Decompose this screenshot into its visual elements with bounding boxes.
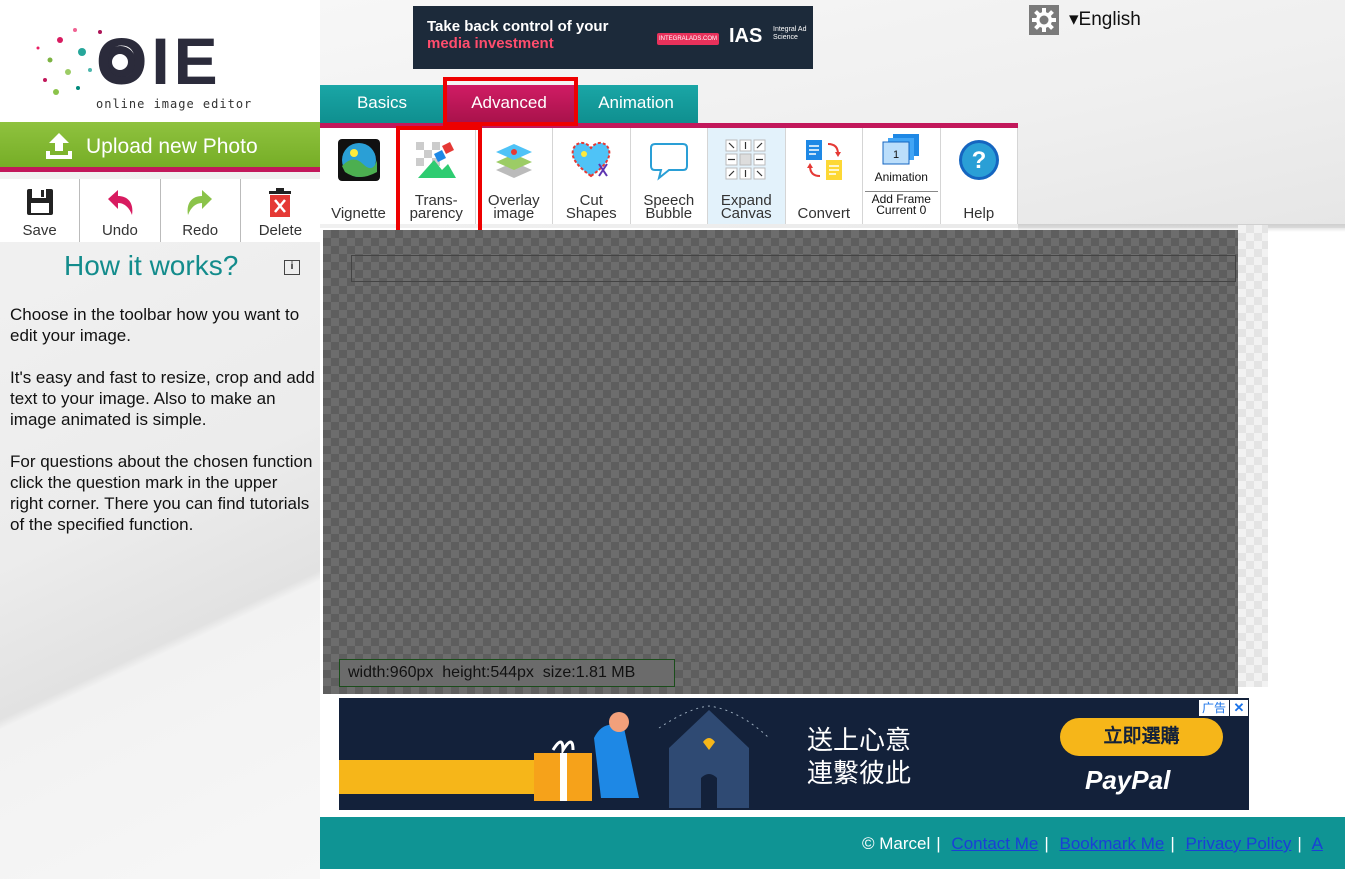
upload-label: Upload new Photo [86,135,258,158]
redo-label: Redo [182,222,219,239]
vignette-icon [337,139,380,181]
animation-label: Animation [874,170,928,184]
ad-illustration [339,705,770,808]
howto-paragraph: Choose in the toolbar how you want to ed… [10,305,300,345]
save-button[interactable]: Save [0,179,81,242]
convert-icon [805,140,842,180]
footer-link-truncated[interactable]: A [1312,834,1323,853]
image-info-badge: width:960px height:544px size:1.81 MB [339,659,675,687]
mode-tabs: Basics Advanced Animation [320,85,698,123]
undo-icon [107,190,133,215]
bottom-ad-banner[interactable]: 送上心意 連繫彼此 立即選購 PayPal 广告 ✕ [339,698,1249,810]
tool-label: Help [963,205,995,222]
tool-label: Overlay image [487,192,540,222]
tab-animation[interactable]: Animation [574,85,698,123]
ad-line-2: media investment [427,35,554,52]
tool-transparency[interactable]: Trans- parency [398,128,476,224]
undo-label: Undo [101,222,138,239]
sidebar: OIE online image editor Upload new Photo… [0,0,320,879]
redo-button[interactable]: Redo [161,179,241,242]
gear-icon [1032,8,1056,32]
save-icon [26,189,53,215]
speech-bubble-icon [649,143,688,181]
tool-cut-shapes[interactable]: Cut Shapes [553,128,631,224]
ad-cta-button[interactable]: 立即選購 [1060,718,1223,756]
ad-pill: INTEGRALADS.COM [657,33,719,45]
svg-text:1: 1 [893,149,899,161]
delete-icon [269,188,292,217]
tool-label: Convert [797,205,851,222]
transparency-icon [416,142,457,178]
tool-expand-canvas[interactable]: Expand Canvas [708,128,786,224]
expand-canvas-icon [725,139,766,180]
current-frame-label: Current 0 [876,203,927,217]
tool-label: Trans- parency [409,192,463,222]
how-it-works-title: How it works? [64,250,239,281]
tool-label: Speech Bubble [643,192,695,222]
settings-button[interactable] [1029,5,1059,35]
delete-button[interactable]: Delete [241,179,320,242]
undo-button[interactable]: Undo [80,179,161,242]
ad-choices-tag[interactable]: 广告 [1199,700,1229,716]
tab-advanced[interactable]: Advanced [444,85,574,123]
ad-line-1: Take back control of your [427,18,609,35]
tool-label: Vignette [331,205,386,222]
info-icon[interactable]: i [284,260,300,275]
tool-animation-add-frame[interactable]: 1 Animation Add Frame Current 0 [863,128,941,224]
delete-label: Delete [258,222,303,239]
animation-frames-icon: 1 [882,134,920,165]
overlay-image-icon [495,144,532,178]
footer-copyright: © Marcel [862,834,931,853]
help-icon: ? [958,140,999,180]
footer-links: © Marcel | Contact Me | Bookmark Me | Priva… [862,834,1323,853]
howto-paragraph: It's easy and fast to resize, crop and a… [10,368,315,429]
upload-icon [46,133,72,159]
language-selector[interactable]: ▾English [1069,8,1141,31]
how-it-works-text: Choose in the toolbar how you want to ed… [10,304,315,556]
tool-help[interactable]: ? Help [940,128,1018,224]
redo-icon [187,190,213,215]
ad-headline: 送上心意 連繫彼此 [807,725,912,788]
logo-tagline: online image editor [96,97,253,111]
tool-convert[interactable]: Convert [785,128,863,224]
advanced-toolbar: Vignette Trans- parency Overlay image Cu… [320,128,1018,224]
tool-label: Expand Canvas [720,192,772,222]
cut-shapes-icon [571,142,611,178]
app-logo[interactable]: OIE online image editor [0,0,320,122]
ad-brand: IAS [729,25,763,47]
tab-basics[interactable]: Basics [320,85,444,123]
tool-vignette[interactable]: Vignette [320,128,398,224]
bookmark-link[interactable]: Bookmark Me [1060,834,1165,853]
privacy-policy-link[interactable]: Privacy Policy [1186,834,1292,853]
tool-speech-bubble[interactable]: Speech Bubble [630,128,708,224]
top-ad-banner[interactable]: Take back control of your media investme… [413,6,813,69]
selection-outline[interactable] [351,255,1236,282]
tool-overlay-image[interactable]: Overlay image [475,128,553,224]
howto-paragraph: For questions about the chosen function … [10,452,313,534]
upload-new-photo-button[interactable]: Upload new Photo [0,122,320,172]
svg-text:?: ? [971,147,986,174]
file-actions-bar: Save Undo Redo Delete [0,179,320,242]
logo-text: OIE [96,24,222,98]
footer: © Marcel | Contact Me | Bookmark Me | Priva… [320,817,1345,869]
image-canvas[interactable] [323,230,1238,694]
paypal-logo: PayPal [1085,765,1171,795]
ad-brand-sub: Integral Ad Science [773,26,807,41]
save-label: Save [22,222,57,239]
canvas-transparent-edge [1238,225,1268,687]
tool-label: Cut Shapes [565,192,617,222]
ad-close-icon[interactable]: ✕ [1230,700,1248,716]
contact-link[interactable]: Contact Me [951,834,1038,853]
